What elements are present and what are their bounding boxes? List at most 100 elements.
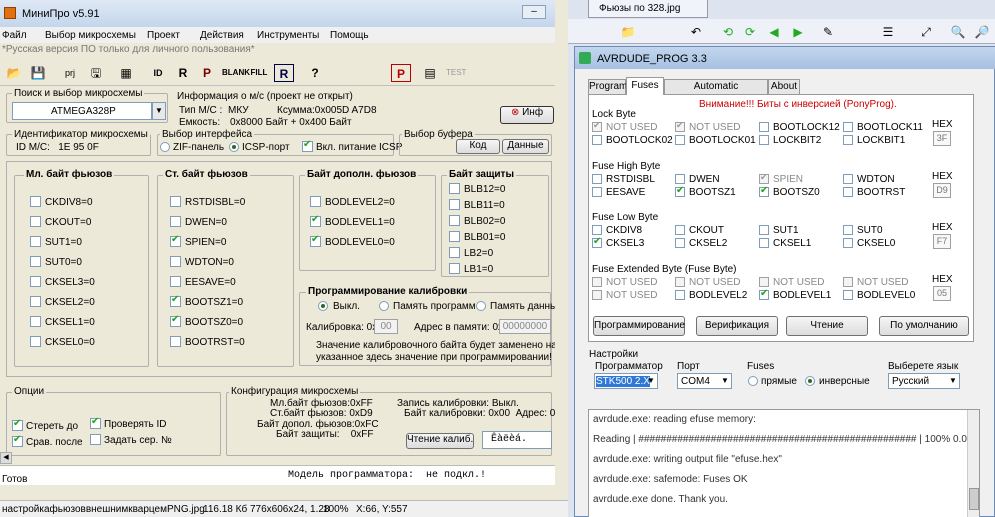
avr-fuse-checkbox[interactable]	[592, 135, 602, 145]
read-calib-button[interactable]: Чтение калиб.	[406, 433, 474, 449]
fuse-checkbox[interactable]	[170, 294, 181, 307]
fuse-checkbox[interactable]	[30, 236, 41, 247]
calib-data-radio[interactable]	[476, 301, 486, 311]
avr-fuse-checkbox[interactable]	[675, 135, 685, 145]
fuses-direct-radio[interactable]	[748, 376, 758, 386]
avr-fuse-checkbox[interactable]	[843, 290, 853, 300]
program-p-icon[interactable]: P	[391, 64, 411, 82]
verify-icon[interactable]: ▤	[420, 64, 440, 82]
fuse-checkbox[interactable]	[170, 314, 181, 327]
language-select[interactable]: Русский ▼	[888, 373, 960, 389]
chip-select-dropdown-button[interactable]: ▼	[152, 102, 166, 120]
erase-checkbox[interactable]	[12, 418, 23, 431]
avr-fuse-checkbox[interactable]	[675, 290, 685, 300]
avr-fuse-checkbox[interactable]	[843, 225, 853, 235]
project-icon[interactable]: prj	[60, 64, 80, 82]
open-icon[interactable]: 📂	[4, 64, 24, 82]
avr-fuse-checkbox[interactable]	[675, 185, 685, 197]
fuse-checkbox[interactable]	[310, 234, 321, 247]
fuse-checkbox[interactable]	[170, 336, 181, 347]
menu-chip[interactable]: Выбор микросхемы	[45, 30, 136, 41]
fuse-checkbox[interactable]	[30, 316, 41, 327]
menu-icon[interactable]: ☰	[878, 23, 898, 41]
serial-checkbox[interactable]	[90, 434, 101, 445]
menu-file[interactable]: Файл	[2, 30, 27, 41]
avr-fuse-checkbox[interactable]	[759, 122, 769, 132]
log-scrollbar[interactable]	[967, 410, 979, 517]
avr-tab-auto[interactable]: Automatic programming	[664, 79, 768, 106]
fuse-checkbox[interactable]	[310, 196, 321, 207]
help-icon[interactable]: ?	[305, 64, 325, 82]
avr-fuse-checkbox[interactable]	[675, 174, 685, 184]
menu-actions[interactable]: Действия	[200, 30, 244, 41]
avr-fuse-checkbox[interactable]	[759, 288, 769, 300]
buffer-data-button[interactable]: Данные	[502, 139, 549, 154]
compare-checkbox[interactable]	[12, 434, 23, 447]
fuse-checkbox[interactable]	[30, 336, 41, 347]
fuse-checkbox[interactable]	[449, 215, 460, 226]
avr-fuse-checkbox[interactable]	[675, 225, 685, 235]
chip-icon[interactable]: ▦	[116, 64, 136, 82]
blank-check-icon[interactable]: BLANK	[222, 64, 250, 82]
avr-fuse-checkbox[interactable]	[675, 238, 685, 248]
test-icon[interactable]: TEST	[446, 64, 466, 82]
avr-fuse-checkbox[interactable]	[759, 238, 769, 248]
verify-id-checkbox[interactable]	[90, 416, 101, 429]
port-select[interactable]: COM4 ▼	[677, 373, 732, 389]
write-icon[interactable]: P	[197, 64, 217, 82]
fuse-checkbox[interactable]	[30, 256, 41, 267]
fuses-inverse-radio[interactable]	[805, 376, 815, 386]
fuse-checkbox[interactable]	[310, 214, 321, 227]
avr-fuse-checkbox[interactable]	[843, 187, 853, 197]
viewer-tab[interactable]: Фьюзы по 328.jpg	[588, 0, 708, 18]
fuse-checkbox[interactable]	[170, 196, 181, 207]
fuse-checkbox[interactable]	[170, 234, 181, 247]
fullscreen-icon[interactable]: ⤢	[916, 23, 936, 41]
read-icon[interactable]: R	[173, 64, 193, 82]
fuse-checkbox[interactable]	[170, 216, 181, 227]
fill-icon[interactable]: FILL	[249, 64, 269, 82]
read-id-icon[interactable]: ID	[148, 64, 168, 82]
avr-hex-value[interactable]: 05	[933, 286, 951, 301]
avr-hex-value[interactable]: F7	[933, 234, 951, 249]
avr-fuse-checkbox[interactable]	[843, 135, 853, 145]
avr-fuse-checkbox[interactable]	[843, 174, 853, 184]
avr-program-button[interactable]: Программирование	[593, 316, 685, 336]
save-project-icon[interactable]: 🖫	[86, 64, 106, 82]
back-icon[interactable]: ↶	[686, 23, 706, 41]
menu-help[interactable]: Помощь	[330, 30, 369, 41]
chip-info-button[interactable]: ⊗ Инф	[500, 106, 554, 124]
fuse-checkbox[interactable]	[170, 256, 181, 267]
log-scroll-thumb[interactable]	[969, 488, 979, 510]
avr-verify-button[interactable]: Верификация	[696, 316, 778, 336]
avr-log[interactable]: avrdude.exe: reading efuse memory: Readin…	[588, 409, 980, 517]
fuse-checkbox[interactable]	[449, 199, 460, 210]
avr-tab-fuses[interactable]: Fuses	[626, 77, 664, 95]
minimize-button[interactable]: –	[522, 5, 546, 19]
fuse-checkbox[interactable]	[449, 247, 460, 258]
avr-hex-value[interactable]: 3F	[933, 131, 951, 146]
avr-fuse-checkbox[interactable]	[592, 174, 602, 184]
avr-fuse-checkbox[interactable]	[592, 236, 602, 248]
fuse-checkbox[interactable]	[30, 276, 41, 287]
buffer-code-button[interactable]: Код	[456, 139, 500, 154]
menu-tools[interactable]: Инструменты	[257, 30, 319, 41]
save-icon[interactable]: 💾	[28, 64, 48, 82]
avr-fuse-checkbox[interactable]	[759, 135, 769, 145]
fuse-checkbox[interactable]	[170, 276, 181, 287]
calib-off-radio[interactable]	[318, 301, 328, 311]
fuse-checkbox[interactable]	[449, 263, 460, 274]
fuse-checkbox[interactable]	[30, 196, 41, 207]
avr-fuse-checkbox[interactable]	[843, 238, 853, 248]
avr-tab-program[interactable]: Program	[588, 79, 627, 95]
avr-fuse-checkbox[interactable]	[592, 187, 602, 197]
icsp-power-checkbox[interactable]	[302, 139, 313, 152]
prev-icon[interactable]: ◀	[764, 23, 784, 41]
calib-prog-radio[interactable]	[379, 301, 389, 311]
zoom-in-icon[interactable]: 🔍	[948, 23, 968, 41]
chip-select[interactable]: ATMEGA328P	[12, 102, 152, 120]
avr-fuse-checkbox[interactable]	[759, 185, 769, 197]
scroll-left-arrow[interactable]: ◀	[0, 452, 12, 464]
calib-addr-input[interactable]: 00000000	[499, 319, 551, 334]
zoom-out-icon[interactable]: 🔎	[972, 23, 992, 41]
